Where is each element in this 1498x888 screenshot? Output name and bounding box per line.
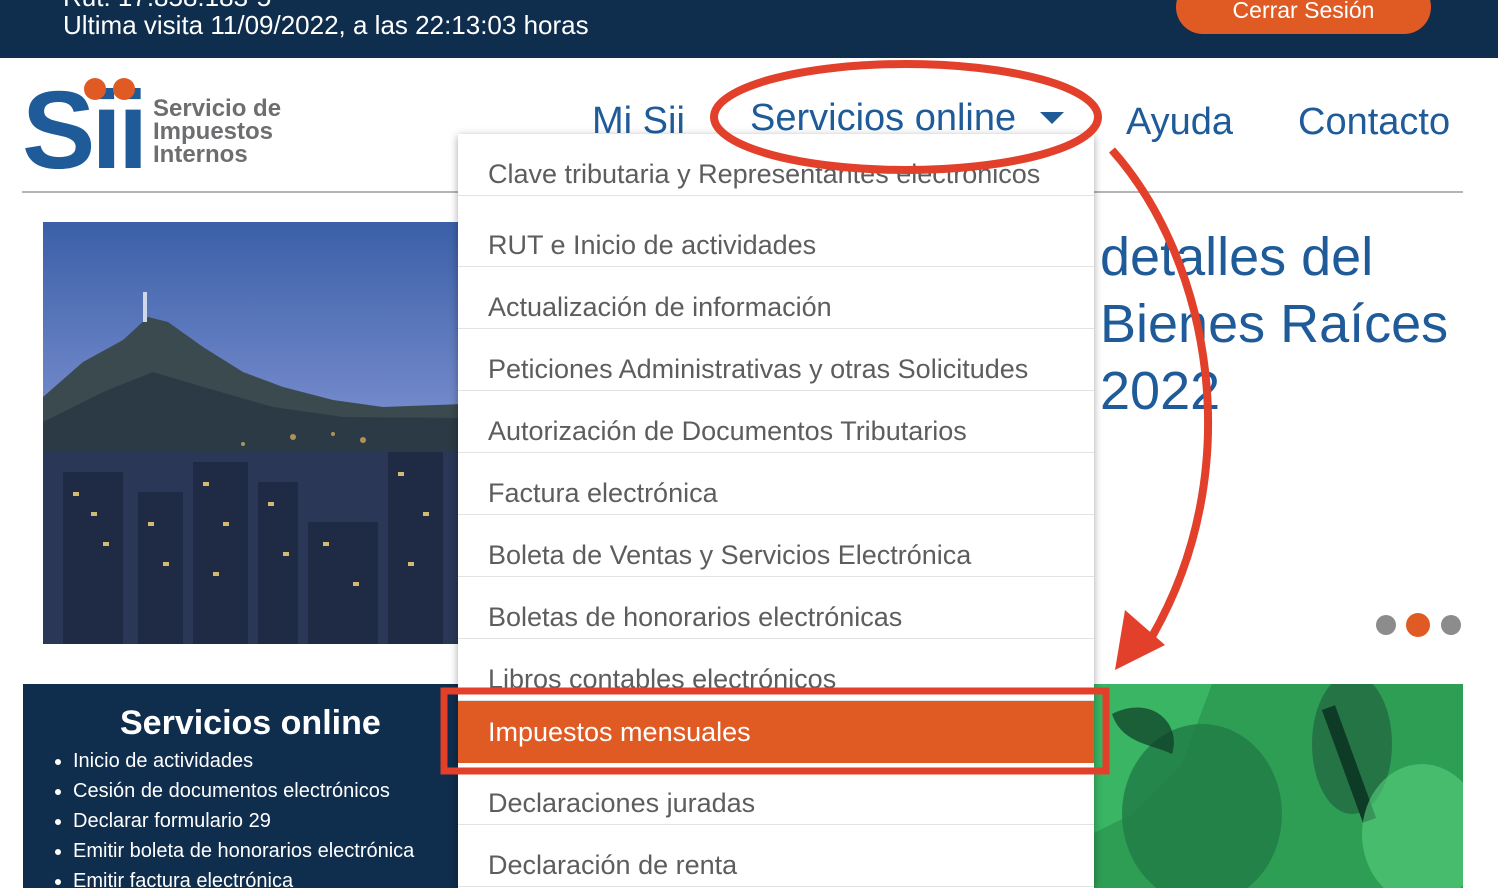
services-link-f29[interactable]: Declarar formulario 29 (73, 806, 414, 836)
green-banner-image[interactable] (1092, 684, 1463, 888)
hero-title: detalles del Bienes Raíces 2022 (1100, 224, 1498, 425)
annotation-arrow-head-icon (1115, 610, 1165, 670)
services-link-inicio[interactable]: Inicio de actividades (73, 746, 414, 776)
menu-item-declaracion-renta[interactable]: Declaración de renta (458, 825, 1094, 887)
menu-item-declaraciones-juradas[interactable]: Declaraciones juradas (458, 763, 1094, 825)
menu-item-libros-contables[interactable]: Libros contables electrónicos (458, 639, 1094, 701)
menu-item-impuestos-mensuales[interactable]: Impuestos mensuales (458, 701, 1094, 763)
services-link-honorarios[interactable]: Emitir boleta de honorarios electrónica (73, 836, 414, 866)
last-visit-text: Ultima visita 11/09/2022, a las 22:13:03… (63, 10, 589, 40)
logo-line-3: Internos (153, 141, 248, 168)
menu-item-peticiones[interactable]: Peticiones Administrativas y otras Solic… (458, 329, 1094, 391)
top-bar: Rut: 17.858.183-5 Ultima visita 11/09/20… (0, 0, 1498, 58)
menu-item-clave-tributaria[interactable]: Clave tributaria y Representantes electr… (458, 134, 1094, 196)
hero-title-line-1: detalles del (1100, 227, 1374, 287)
logo-line-2: Impuestos (153, 118, 274, 145)
services-panel-title: Servicios online (120, 704, 381, 742)
services-link-factura[interactable]: Emitir factura electrónica (73, 866, 414, 888)
servicios-online-dropdown: Clave tributaria y Representantes electr… (458, 134, 1094, 888)
services-link-cesion[interactable]: Cesión de documentos electrónicos (73, 776, 414, 806)
nav-ayuda[interactable]: Ayuda (1126, 101, 1233, 144)
hero-city-image[interactable] (43, 222, 463, 644)
logo-wordmark: Servicio de Impuestos Internos (153, 95, 282, 168)
caret-down-icon[interactable] (1040, 112, 1064, 124)
menu-item-boletas-honorarios[interactable]: Boletas de honorarios electrónicas (458, 577, 1094, 639)
carousel-dot-3[interactable] (1441, 615, 1461, 635)
menu-item-autorizacion[interactable]: Autorización de Documentos Tributarios (458, 391, 1094, 453)
menu-item-rut-inicio[interactable]: RUT e Inicio de actividades (458, 205, 1094, 267)
logo-line-1: Servicio de (153, 95, 282, 122)
services-online-panel: Servicios online Inicio de actividades C… (23, 684, 463, 888)
carousel-dot-1[interactable] (1376, 615, 1396, 635)
services-panel-list: Inicio de actividades Cesión de document… (73, 746, 414, 888)
menu-item-boleta-ventas[interactable]: Boleta de Ventas y Servicios Electrónica (458, 515, 1094, 577)
carousel-dot-2[interactable] (1406, 613, 1430, 637)
logo-dot-left (84, 78, 106, 100)
logo-dot-right (113, 78, 135, 100)
logout-button[interactable]: Cerrar Sesión (1176, 0, 1431, 34)
hero-title-line-2: Bienes Raíces (1100, 294, 1449, 354)
menu-item-factura[interactable]: Factura electrónica (458, 453, 1094, 515)
menu-item-actualizacion[interactable]: Actualización de información (458, 267, 1094, 329)
hero-title-line-3: 2022 (1100, 361, 1221, 421)
nav-contacto[interactable]: Contacto (1298, 101, 1450, 144)
